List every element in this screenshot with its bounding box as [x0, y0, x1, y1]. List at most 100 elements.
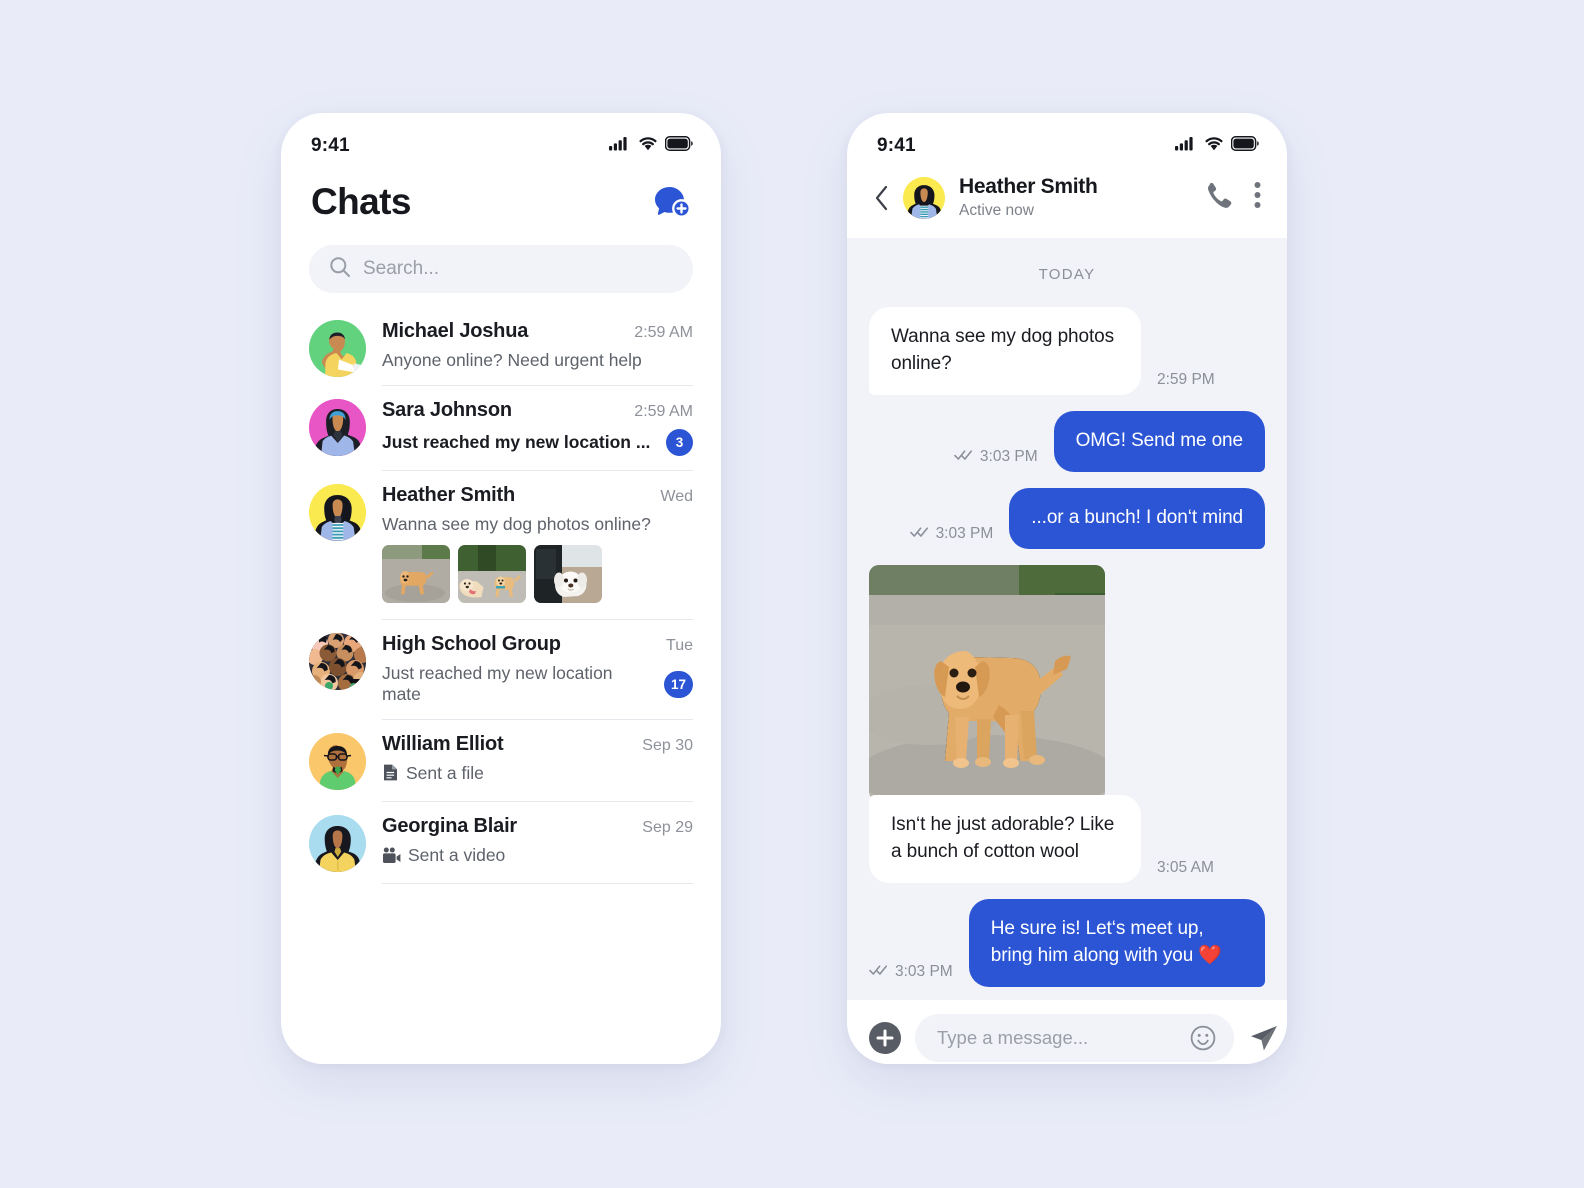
wifi-icon — [1204, 136, 1224, 156]
avatar — [309, 815, 366, 872]
message-preview: Sent a file — [406, 763, 484, 783]
chat-list-item-body: Michael Joshua 2:59 AM Anyone online? Ne… — [382, 307, 693, 386]
search-input[interactable] — [363, 258, 673, 280]
message-preview-wrapper: Sent a video — [382, 845, 505, 869]
chat-list-item-high-school-group[interactable]: High School Group Tue Just reached my ne… — [281, 620, 721, 720]
chat-list-item-body: High School Group Tue Just reached my ne… — [382, 620, 693, 720]
status-bar-left: 9:41 — [281, 113, 721, 169]
chat-list-item-georgina-blair[interactable]: Georgina Blair Sep 29 Sent a video — [281, 802, 721, 884]
timestamp-text: 3:03 PM — [935, 524, 994, 542]
message-thread[interactable]: TODAY Wanna see my dog photos online? 2:… — [847, 238, 1287, 1000]
timestamp-text: 3:05 AM — [1157, 858, 1214, 876]
message-preview: Wanna see my dog photos online? — [382, 514, 651, 534]
status-bar-icons — [1175, 136, 1259, 156]
avatar — [309, 733, 366, 790]
message-preview: Anyone online? Need urgent help — [382, 350, 642, 370]
avatar — [309, 320, 366, 377]
contact-name: Michael Joshua — [382, 320, 529, 342]
unread-badge: 17 — [664, 670, 693, 698]
message-composer — [847, 1000, 1287, 1064]
screenshot-canvas: 9:41 Chats Search... Michael Joshua 2:59… — [0, 0, 1584, 1188]
status-bar-right: 9:41 — [847, 113, 1287, 169]
search-container — [281, 223, 721, 293]
conversation-contact-info: Heather Smith Active now — [959, 175, 1206, 220]
chat-list-item-body: Georgina Blair Sep 29 Sent a video — [382, 802, 693, 884]
more-vertical-icon[interactable] — [1254, 181, 1261, 214]
message-bubble-outgoing[interactable]: OMG! Send me one — [1053, 410, 1265, 472]
phone-chats-list: 9:41 Chats Search... Michael Joshua 2:59… — [281, 113, 721, 1064]
chats-header: Chats — [281, 169, 721, 223]
contact-name: Heather Smith — [959, 175, 1098, 198]
timestamp-text: 2:59 PM — [1157, 370, 1215, 388]
page-title: Chats — [311, 181, 411, 222]
new-message-icon[interactable] — [651, 185, 691, 219]
search-box[interactable] — [309, 245, 693, 293]
battery-icon — [664, 136, 693, 156]
message-row: 3:03 PM OMG! Send me one — [869, 410, 1265, 472]
message-row — [869, 564, 1265, 801]
message-bubble-outgoing[interactable]: He sure is! Let‘s meet up, bring him alo… — [968, 898, 1265, 987]
message-time: Sep 30 — [642, 737, 693, 754]
search-icon — [329, 256, 351, 283]
chevron-left-icon[interactable] — [869, 181, 895, 215]
chat-list-item-heather-smith[interactable]: Heather Smith Wed Wanna see my dog photo… — [281, 471, 721, 620]
contact-name: William Elliot — [382, 733, 504, 755]
message-preview: Just reached my new location ... — [382, 432, 651, 452]
conversation-header: Heather Smith Active now — [847, 169, 1287, 238]
message-bubble-incoming[interactable]: Isn‘t he just adorable? Like a bunch of … — [869, 794, 1141, 883]
message-time: Wed — [660, 488, 693, 505]
contact-name: Heather Smith — [382, 484, 515, 506]
timestamp-text: 3:03 PM — [895, 962, 953, 980]
file-icon — [382, 763, 399, 787]
message-input[interactable] — [937, 1027, 1180, 1049]
contact-presence-status: Active now — [959, 202, 1034, 219]
wifi-icon — [638, 136, 658, 156]
avatar — [309, 633, 366, 690]
status-bar-time: 9:41 — [311, 135, 350, 156]
plus-circle-icon[interactable] — [869, 1022, 901, 1054]
conversation-actions — [1206, 181, 1261, 214]
chat-list-item-body: Sara Johnson 2:59 AM Just reached my new… — [382, 386, 693, 471]
message-bubble-incoming[interactable]: Wanna see my dog photos online? — [869, 307, 1141, 395]
message-timestamp: 3:03 PM — [954, 448, 1038, 466]
photo-thumbnail-golden-puppy-on-road[interactable] — [382, 545, 450, 603]
message-photo-golden-retriever-puppy[interactable] — [869, 564, 1105, 801]
message-time: 2:59 AM — [634, 324, 693, 341]
phone-icon[interactable] — [1206, 181, 1232, 214]
video-camera-icon — [382, 847, 401, 869]
message-row: Wanna see my dog photos online? 2:59 PM — [869, 307, 1265, 395]
chat-list-item-body: William Elliot Sep 30 Sent a file — [382, 720, 693, 802]
message-preview: Just reached my new location mate — [382, 663, 613, 704]
cellular-signal-icon — [1175, 136, 1197, 156]
day-separator: TODAY — [1038, 266, 1096, 283]
message-preview-wrapper: Sent a file — [382, 763, 484, 787]
cellular-signal-icon — [609, 136, 631, 156]
photo-thumbnail-white-fluffy-dog[interactable] — [534, 545, 602, 603]
timestamp-text: 3:03 PM — [979, 447, 1038, 465]
double-check-icon — [909, 525, 929, 543]
battery-icon — [1230, 136, 1259, 156]
contact-name: Georgina Blair — [382, 815, 518, 837]
chat-list-item-sara-johnson[interactable]: Sara Johnson 2:59 AM Just reached my new… — [281, 386, 721, 471]
phone-conversation: 9:41 Heather Smith Active now TODAY Wann… — [847, 113, 1287, 1064]
message-input-container[interactable] — [915, 1014, 1234, 1062]
message-row: Isn‘t he just adorable? Like a bunch of … — [869, 794, 1265, 883]
message-timestamp: 2:59 PM — [1157, 371, 1215, 389]
contact-name: Sara Johnson — [382, 399, 512, 421]
smiley-icon[interactable] — [1190, 1025, 1216, 1051]
message-timestamp: 3:05 AM — [1157, 859, 1214, 877]
photo-thumbnail-strip — [382, 545, 693, 619]
message-timestamp: 3:03 PM — [909, 524, 994, 543]
message-time: Sep 29 — [642, 819, 693, 836]
avatar[interactable] — [903, 176, 945, 219]
chat-list: Michael Joshua 2:59 AM Anyone online? Ne… — [281, 293, 721, 884]
message-timestamp: 3:03 PM — [869, 963, 953, 981]
message-row: 3:03 PM He sure is! Let‘s meet up, bring… — [869, 898, 1265, 987]
chat-list-item-william-elliot[interactable]: William Elliot Sep 30 Sent a file — [281, 720, 721, 802]
chat-list-item-michael-joshua[interactable]: Michael Joshua 2:59 AM Anyone online? Ne… — [281, 307, 721, 386]
send-icon[interactable] — [1248, 1022, 1280, 1054]
photo-thumbnail-two-golden-retrievers[interactable] — [458, 545, 526, 603]
avatar — [309, 484, 366, 541]
double-check-icon — [869, 963, 888, 981]
message-bubble-outgoing[interactable]: ...or a bunch! I don‘t mind — [1009, 487, 1265, 549]
